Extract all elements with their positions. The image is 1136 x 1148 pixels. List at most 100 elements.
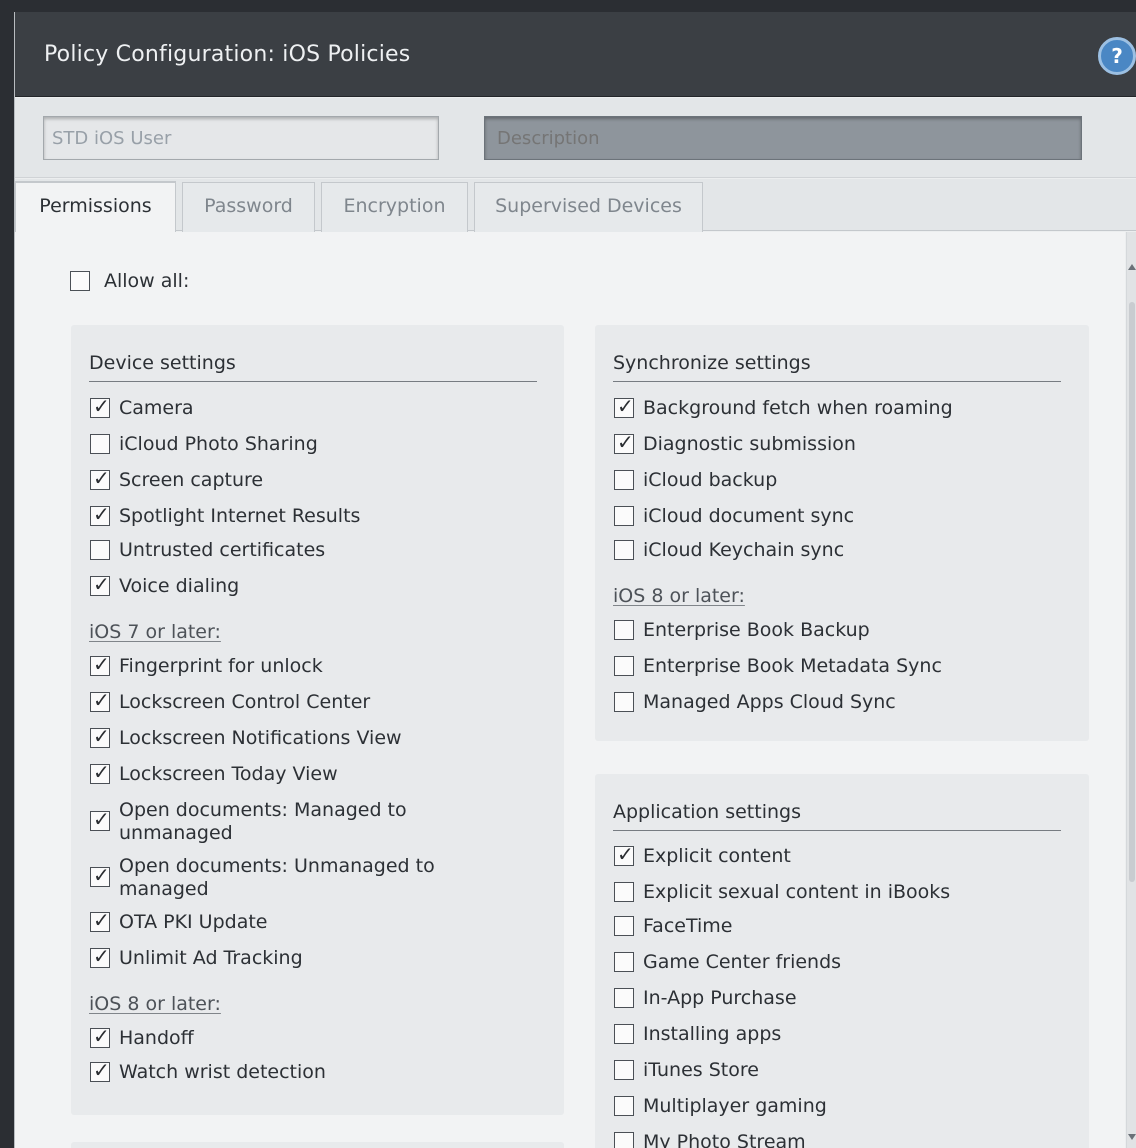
tab-encryption[interactable]: Encryption [321,182,468,232]
option-icloud-backup[interactable]: iCloud backup [614,469,777,492]
option-label: Diagnostic submission [643,433,856,455]
checkbox[interactable] [614,540,634,560]
checkbox[interactable] [90,808,110,831]
checkbox[interactable] [90,540,110,560]
option-explicit-content[interactable]: Explicit content [614,843,791,868]
checkbox[interactable] [614,431,634,454]
checkbox[interactable] [90,909,110,932]
option-untrusted-certificates[interactable]: Untrusted certificates [90,539,325,562]
option-enterprise-book-metadata-sync[interactable]: Enterprise Book Metadata Sync [614,655,942,678]
option-game-center-friends[interactable]: Game Center friends [614,951,841,974]
tab-supervised-devices[interactable]: Supervised Devices [474,182,703,232]
checkbox[interactable] [90,761,110,784]
option-open-docs-managed-to-unmanaged[interactable]: Open documents: Managed to unmanaged [90,799,430,845]
option-handoff[interactable]: Handoff [90,1025,194,1050]
option-icloud-document-sync[interactable]: iCloud document sync [614,505,854,528]
option-lockscreen-control-center[interactable]: Lockscreen Control Center [90,689,370,714]
tab-password[interactable]: Password [182,182,315,232]
option-label: Unlimit Ad Tracking [119,947,303,969]
checkbox[interactable] [90,1059,110,1082]
checkbox[interactable] [90,864,110,887]
checkbox[interactable] [90,503,110,526]
checkbox[interactable] [614,1096,634,1116]
option-voice-dialing[interactable]: Voice dialing [90,573,240,598]
checkbox[interactable] [614,395,634,418]
checkbox[interactable] [614,882,634,902]
option-camera[interactable]: Camera [90,395,194,420]
option-managed-apps-cloud-sync[interactable]: Managed Apps Cloud Sync [614,691,896,714]
vertical-scrollbar[interactable] [1126,232,1136,1148]
permissions-content: Allow all: Device settings Camera iCloud… [15,232,1125,1148]
scroll-thumb[interactable] [1129,302,1135,882]
option-in-app-purchase[interactable]: In-App Purchase [614,987,797,1010]
option-watch-wrist-detection[interactable]: Watch wrist detection [90,1059,326,1084]
option-label: iTunes Store [643,1059,759,1081]
checkbox[interactable] [90,434,110,454]
synchronize-settings-heading: Synchronize settings [613,352,1061,382]
checkbox[interactable] [90,945,110,968]
tab-permissions[interactable]: Permissions [15,181,176,232]
option-my-photo-stream[interactable]: My Photo Stream [614,1131,806,1148]
option-label: Background fetch when roaming [643,397,953,419]
option-label: Untrusted certificates [119,539,326,561]
option-label: Enterprise Book Backup [643,619,870,641]
option-facetime[interactable]: FaceTime [614,915,732,938]
checkbox[interactable] [90,573,110,596]
option-label: Installing apps [643,1023,782,1045]
option-open-docs-unmanaged-to-managed[interactable]: Open documents: Unmanaged to managed [90,855,440,901]
checkbox[interactable] [90,395,110,418]
checkbox[interactable] [614,916,634,936]
option-label: Lockscreen Today View [119,763,338,785]
checkbox[interactable] [614,1060,634,1080]
option-spotlight-internet-results[interactable]: Spotlight Internet Results [90,503,361,528]
option-multiplayer-gaming[interactable]: Multiplayer gaming [614,1095,827,1118]
option-enterprise-book-backup[interactable]: Enterprise Book Backup [614,619,870,642]
checkbox[interactable] [614,952,634,972]
option-label: Spotlight Internet Results [119,505,361,527]
checkbox[interactable] [614,1024,634,1044]
option-itunes-store[interactable]: iTunes Store [614,1059,759,1082]
option-screen-capture[interactable]: Screen capture [90,467,263,492]
checkbox[interactable] [90,725,110,748]
checkbox[interactable] [614,843,634,866]
policy-configuration-window: Policy Configuration: iOS Policies ? Per… [14,12,1136,1148]
ios8-heading: iOS 8 or later: [89,993,221,1015]
option-icloud-keychain-sync[interactable]: iCloud Keychain sync [614,539,844,562]
allow-all-option[interactable]: Allow all: [70,270,189,292]
allow-all-checkbox[interactable] [70,271,90,291]
option-diagnostic-submission[interactable]: Diagnostic submission [614,431,856,456]
option-label: Voice dialing [119,575,240,597]
checkbox[interactable] [614,988,634,1008]
option-ota-pki-update[interactable]: OTA PKI Update [90,909,268,934]
option-unlimit-ad-tracking[interactable]: Unlimit Ad Tracking [90,945,303,970]
option-explicit-sexual-content-ibooks[interactable]: Explicit sexual content in iBooks [614,881,950,904]
description-input[interactable] [484,116,1082,160]
checkbox[interactable] [614,470,634,490]
checkbox[interactable] [90,653,110,676]
option-icloud-photo-sharing[interactable]: iCloud Photo Sharing [90,433,318,456]
option-label: OTA PKI Update [119,911,268,933]
option-lockscreen-notifications-view[interactable]: Lockscreen Notifications View [90,725,402,750]
checkbox[interactable] [90,689,110,712]
allow-all-label: Allow all: [104,270,190,292]
help-icon[interactable]: ? [1098,37,1136,75]
policy-name-input[interactable] [43,116,439,160]
option-label: Open documents: Unmanaged to managed [119,855,435,900]
option-label: iCloud document sync [643,505,855,527]
checkbox[interactable] [90,1025,110,1048]
scroll-down-arrow-icon[interactable] [1128,1134,1136,1140]
option-fingerprint-for-unlock[interactable]: Fingerprint for unlock [90,653,323,678]
option-lockscreen-today-view[interactable]: Lockscreen Today View [90,761,338,786]
checkbox[interactable] [614,506,634,526]
scroll-up-arrow-icon[interactable] [1128,264,1136,270]
option-installing-apps[interactable]: Installing apps [614,1023,781,1046]
checkbox[interactable] [614,620,634,640]
option-background-fetch-when-roaming[interactable]: Background fetch when roaming [614,395,953,420]
checkbox[interactable] [614,692,634,712]
checkbox[interactable] [614,1132,634,1148]
option-label: Open documents: Managed to unmanaged [119,799,407,844]
window-title: Policy Configuration: iOS Policies [44,42,411,67]
tab-bar: Permissions Password Encryption Supervis… [15,179,1136,232]
checkbox[interactable] [90,467,110,490]
checkbox[interactable] [614,656,634,676]
